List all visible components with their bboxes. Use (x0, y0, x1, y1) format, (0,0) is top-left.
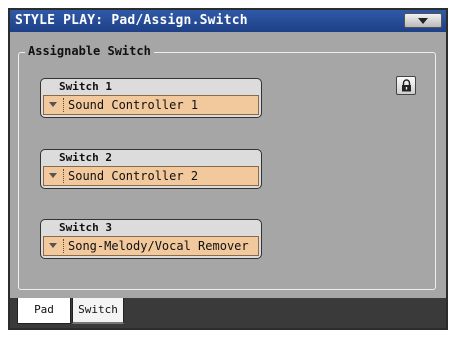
tab-pad[interactable]: Pad (17, 298, 71, 324)
dropdown-arrow-icon (49, 102, 57, 107)
dropdown-arrow-icon (49, 173, 57, 178)
lock-icon (402, 79, 411, 92)
switch-3-label: Switch 3 (59, 221, 112, 234)
switch-3-box: Switch 3 Song-Melody/Vocal Remover (40, 219, 262, 259)
dropdown-separator (63, 98, 64, 112)
main-panel: Assignable Switch Switch 1 Sound Control… (10, 32, 446, 298)
switch-3-value: Song-Melody/Vocal Remover (68, 239, 249, 253)
dropdown-arrow-icon (49, 243, 57, 248)
switch-2-label: Switch 2 (59, 151, 112, 164)
dropdown-separator (63, 239, 64, 253)
switch-1-label: Switch 1 (59, 80, 112, 93)
switch-2-value: Sound Controller 2 (68, 169, 199, 183)
switch-2-box: Switch 2 Sound Controller 2 (40, 149, 262, 189)
page-menu-button[interactable] (404, 13, 442, 28)
lock-button[interactable] (396, 76, 416, 95)
chevron-down-icon (418, 18, 428, 24)
switch-1-dropdown[interactable]: Sound Controller 1 (43, 95, 259, 115)
tab-switch[interactable]: Switch (72, 298, 124, 324)
page-title: STYLE PLAY: Pad/Assign.Switch (15, 13, 248, 28)
switch-1-value: Sound Controller 1 (68, 98, 199, 112)
style-play-window: STYLE PLAY: Pad/Assign.Switch Assignable… (8, 8, 448, 330)
group-title: Assignable Switch (25, 44, 154, 58)
switch-1-box: Switch 1 Sound Controller 1 (40, 78, 262, 118)
switch-2-dropdown[interactable]: Sound Controller 2 (43, 166, 259, 186)
dropdown-separator (63, 169, 64, 183)
switch-3-dropdown[interactable]: Song-Melody/Vocal Remover (43, 236, 259, 256)
title-bar: STYLE PLAY: Pad/Assign.Switch (10, 10, 446, 32)
tab-bar: Pad Switch (10, 298, 446, 328)
